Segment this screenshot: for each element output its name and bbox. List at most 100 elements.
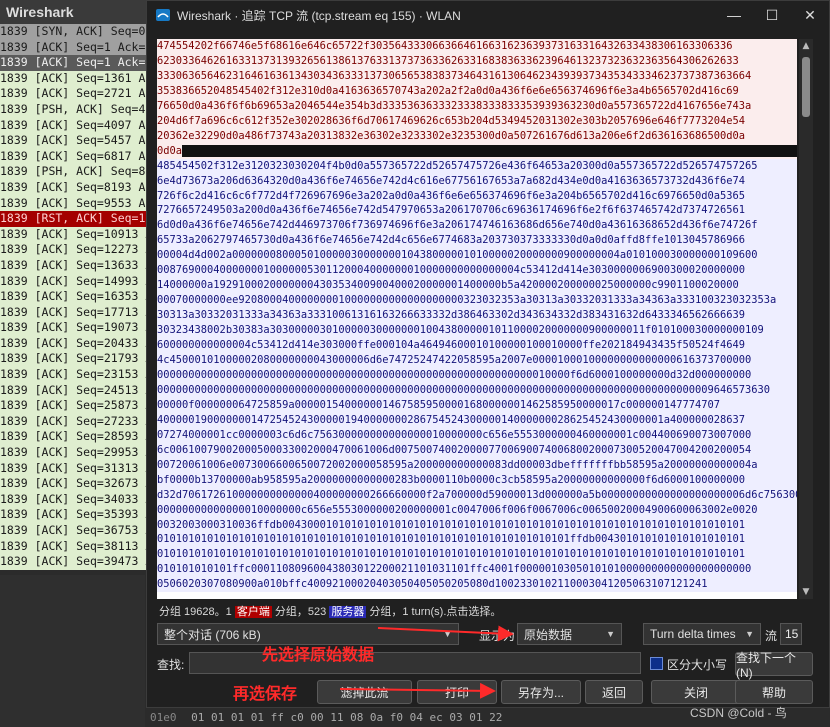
client-hex-line: 353836652048545402f312e310d0a41636365707… <box>157 84 739 97</box>
maximize-button[interactable]: ☐ <box>753 1 791 29</box>
scroll-up-arrow-icon[interactable]: ▲ <box>799 39 813 53</box>
packet-row[interactable]: 1839 [ACK] Seq=10913 A <box>0 226 160 243</box>
server-hex-line: 4000001900000001472545243000001940000000… <box>157 413 746 426</box>
print-button[interactable]: 打印 <box>417 680 497 704</box>
packet-row[interactable]: 1839 [ACK] Seq=21793 A <box>0 351 160 368</box>
back-button[interactable]: 返回 <box>585 680 643 704</box>
server-hex-line: 0032003000310036ffdb00430001010101010101… <box>157 518 746 531</box>
save-as-button[interactable]: 另存为... <box>501 680 581 704</box>
packet-row[interactable]: 1839 [ACK] Seq=4097 Ac <box>0 117 160 134</box>
close-window-button[interactable]: ✕ <box>791 1 829 29</box>
server-hex-line: 00070000000ee920800040000000010000000000… <box>157 294 777 307</box>
client-hex-line: 6230336462616331373139326561386137633137… <box>157 54 739 67</box>
status-mid: 分组，523 <box>271 606 327 618</box>
scroll-thumb[interactable] <box>802 57 810 117</box>
server-hex-line: 6d0d0a436f6e74656e742d446973706f73697469… <box>157 219 758 232</box>
server-hex-line: 4c45000101000002080000000043000006d6e747… <box>157 354 752 367</box>
case-sensitive-label: 区分大小写 <box>667 658 728 672</box>
client-hex-line: 204d6f7a696c6c612f352e302028636f6d706174… <box>157 114 746 127</box>
packet-row[interactable]: 1839 [ACK] Seq=14993 A <box>0 273 160 290</box>
packet-row[interactable]: 1839 [ACK] Seq=23153 A <box>0 367 160 383</box>
packet-row[interactable]: 1839 [RST, ACK] Seq=1 <box>0 211 160 227</box>
status-suffix: 分组，1 turn(s).点击选择。 <box>366 606 502 618</box>
packet-row[interactable]: 1839 [SYN, ACK] Seq=0 <box>0 24 160 40</box>
show-as-label: 显示为 <box>479 629 516 643</box>
stream-number-spinbox[interactable]: 15 <box>780 623 802 645</box>
server-hex-line: 0000000000000000000000000000000000000000… <box>157 383 771 396</box>
client-data-block: 474554202f66746e5f68616e646c65722f303564… <box>157 39 797 159</box>
packet-row[interactable]: 1839 [ACK] Seq=1 Ack=3 <box>0 55 160 71</box>
find-next-button[interactable]: 查找下一个(N) <box>735 651 813 680</box>
scroll-down-arrow-icon[interactable]: ▼ <box>799 585 813 599</box>
show-format-select[interactable]: 原始数据 ▼ <box>517 623 622 645</box>
delta-time-select[interactable]: Turn delta times ▼ <box>643 623 761 645</box>
wireshark-icon <box>156 9 170 21</box>
packet-row[interactable]: 1839 [ACK] Seq=39473 A <box>0 554 160 570</box>
packet-row[interactable]: 1839 [ACK] Seq=32673 A <box>0 476 160 492</box>
packet-row[interactable]: 1839 [ACK] Seq=28593 A <box>0 429 160 446</box>
packet-row[interactable]: 1839 [ACK] Seq=24513 A <box>0 382 160 399</box>
packet-row[interactable]: 1839 [ACK] Seq=25873 A <box>0 398 160 414</box>
packet-row[interactable]: 1839 [ACK] Seq=1361 Ac <box>0 70 160 87</box>
client-hex-line: 3330636564623164616361343034363331373065… <box>157 69 752 82</box>
minimize-button[interactable]: — <box>715 1 753 29</box>
client-hex-line: 474554202f66746e5f68616e646c65722f303564… <box>157 40 733 52</box>
case-sensitive-checkbox[interactable] <box>650 657 663 670</box>
hex-bytes: 01 01 01 01 ff c0 00 11 08 0a f0 04 ec 0… <box>191 711 503 724</box>
server-hex-line: 14000000a1929100020000000430353400900400… <box>157 279 739 292</box>
client-count: 1 <box>225 606 232 618</box>
server-hex-line: 6c00610079002000500033002000470061006d00… <box>157 443 752 456</box>
dialog-titlebar: Wireshark · 追踪 TCP 流 (tcp.stream eq 155)… <box>147 1 829 29</box>
server-hex-line: 6e4d73673a206d6364320d0a436f6e74656e742d… <box>157 174 746 187</box>
help-button[interactable]: 帮助 <box>735 680 813 704</box>
packet-row[interactable]: 1839 [ACK] Seq=8193 Ac <box>0 179 160 196</box>
conversation-select-value: 整个对话 (706 kB) <box>164 627 261 642</box>
show-format-value: 原始数据 <box>524 627 573 642</box>
client-hex-line: 76650d0a436f6f6b69653a2046544e354b3d3335… <box>157 99 752 112</box>
server-hex-line: 0506020307080900a010bffc4009210002040305… <box>157 578 708 591</box>
server-hex-line: 00000f000000064725859a000001540000001467… <box>157 398 721 411</box>
stream-label: 流 <box>765 629 778 643</box>
server-hex-line: 00004d4d002a0000000800050100000300000001… <box>157 249 758 262</box>
packet-list: 1839 [SYN, ACK] Seq=0 1839 [ACK] Seq=1 Ac… <box>0 24 160 570</box>
packet-row[interactable]: 1839 [ACK] Seq=38113 A <box>0 538 160 555</box>
packet-row[interactable]: 1839 [ACK] Seq=5457 Ac <box>0 133 160 149</box>
packet-row[interactable]: 1839 [ACK] Seq=27233 A <box>0 413 160 430</box>
server-hex-line: 30313a30332031333a34363a3331006131616326… <box>157 309 746 322</box>
hex-offset: 01e0 <box>150 711 177 724</box>
packet-row[interactable]: 1839 [ACK] Seq=13633 A <box>0 257 160 274</box>
packet-row[interactable]: 1839 [ACK] Seq=9553 Ac <box>0 195 160 212</box>
follow-tcp-stream-dialog: Wireshark · 追踪 TCP 流 (tcp.stream eq 155)… <box>146 0 830 708</box>
server-hex-line: 485454502f312e3120323030204f4b0d0a557365… <box>157 159 758 172</box>
server-hex-line: 010101010101ffc0001108096004380301220002… <box>157 563 752 576</box>
server-hex-line: 726f6c2d416c6c6f772d4f726967696e3a202a0d… <box>157 189 746 202</box>
filter-out-stream-button[interactable]: 滤掉此流 <box>317 680 412 704</box>
packet-row[interactable]: 1839 [ACK] Seq=31313 A <box>0 460 160 477</box>
chevron-down-icon: ▼ <box>606 629 615 639</box>
packet-row[interactable]: 1839 [ACK] Seq=12273 A <box>0 242 160 258</box>
packet-row[interactable]: 1839 [ACK] Seq=29953 A <box>0 445 160 461</box>
stream-content-area[interactable]: 474554202f66746e5f68616e646c65722f303564… <box>157 39 797 599</box>
packet-row[interactable]: 1839 [PSH, ACK] Seq=40 <box>0 101 160 118</box>
packet-row[interactable]: 1839 [ACK] Seq=16353 A <box>0 289 160 305</box>
dialog-title: Wireshark · 追踪 TCP 流 (tcp.stream eq 155)… <box>177 8 461 23</box>
packet-row[interactable]: 1839 [ACK] Seq=36753 A <box>0 523 160 539</box>
watermark: CSDN @Cold - 鸟 <box>690 706 787 720</box>
packet-row[interactable]: 1839 [ACK] Seq=6817 Ac <box>0 148 160 165</box>
find-input[interactable] <box>189 652 641 674</box>
packet-row[interactable]: 1839 [ACK] Seq=34033 A <box>0 491 160 508</box>
close-button[interactable]: 关闭 <box>651 680 741 704</box>
packet-row[interactable]: 1839 [ACK] Seq=17713 A <box>0 304 160 321</box>
packet-row[interactable]: 1839 [ACK] Seq=1 Ack=3 <box>0 39 160 56</box>
find-label: 查找: <box>157 658 185 672</box>
packet-row[interactable]: 1839 [ACK] Seq=20433 A <box>0 335 160 352</box>
server-hex-line: 600000000000004c53412d414e303000ffe00010… <box>157 339 746 352</box>
packet-row[interactable]: 1839 [ACK] Seq=2721 Ac <box>0 86 160 102</box>
vertical-scrollbar[interactable]: ▲ ▼ <box>799 39 813 599</box>
server-hex-line: d32d706172610000000000000400000000266660… <box>157 488 797 501</box>
status-prefix: 分组 19628。 <box>159 606 226 618</box>
packet-row[interactable]: 1839 [ACK] Seq=19073 A <box>0 320 160 336</box>
server-hex-line: 0000000000000000000000000000000000000000… <box>157 368 752 381</box>
packet-row[interactable]: 1839 [ACK] Seq=35393 A <box>0 507 160 523</box>
packet-row[interactable]: 1839 [PSH, ACK] Seq=81 <box>0 164 160 180</box>
